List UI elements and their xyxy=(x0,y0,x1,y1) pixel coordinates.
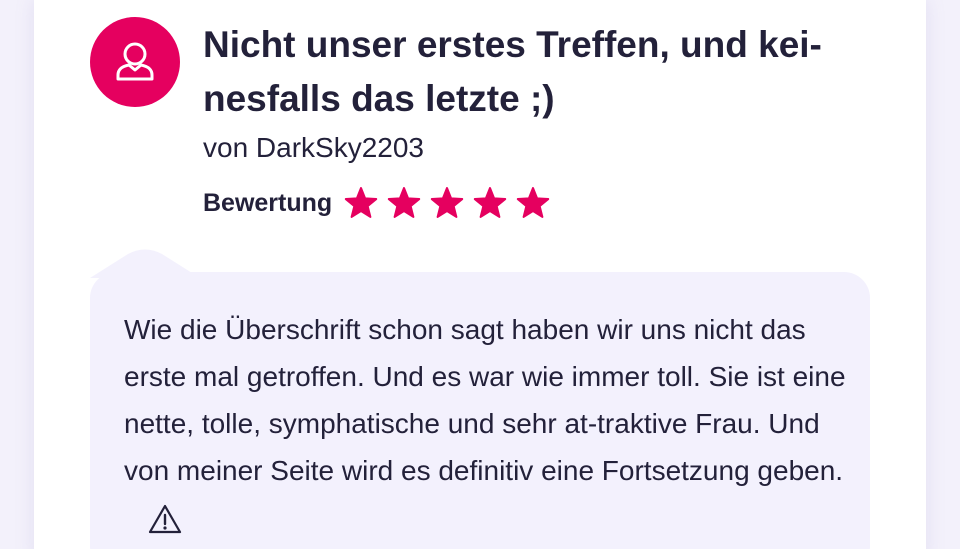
warning-icon[interactable] xyxy=(148,502,182,534)
user-avatar xyxy=(90,17,180,107)
rating-label: Bewertung xyxy=(203,188,333,217)
user-icon xyxy=(116,42,154,81)
review-text: Wie die Überschrift schon sagt haben wir… xyxy=(124,306,854,541)
review-author: von DarkSky2203 xyxy=(203,132,425,163)
rating: Bewertung xyxy=(203,183,559,223)
review-title: Nicht unser erstes Treffen, und kei-nesf… xyxy=(203,24,822,119)
star-icon xyxy=(430,187,464,218)
rating-stars xyxy=(344,186,559,220)
star-icon xyxy=(387,187,421,218)
page: Nicht unser erstes Treffen, und kei-nesf… xyxy=(0,0,960,549)
review-body: Wie die Überschrift schon sagt haben wir… xyxy=(124,314,846,486)
star-icon xyxy=(473,187,507,218)
star-icon xyxy=(516,187,550,218)
star-icon xyxy=(344,187,378,218)
